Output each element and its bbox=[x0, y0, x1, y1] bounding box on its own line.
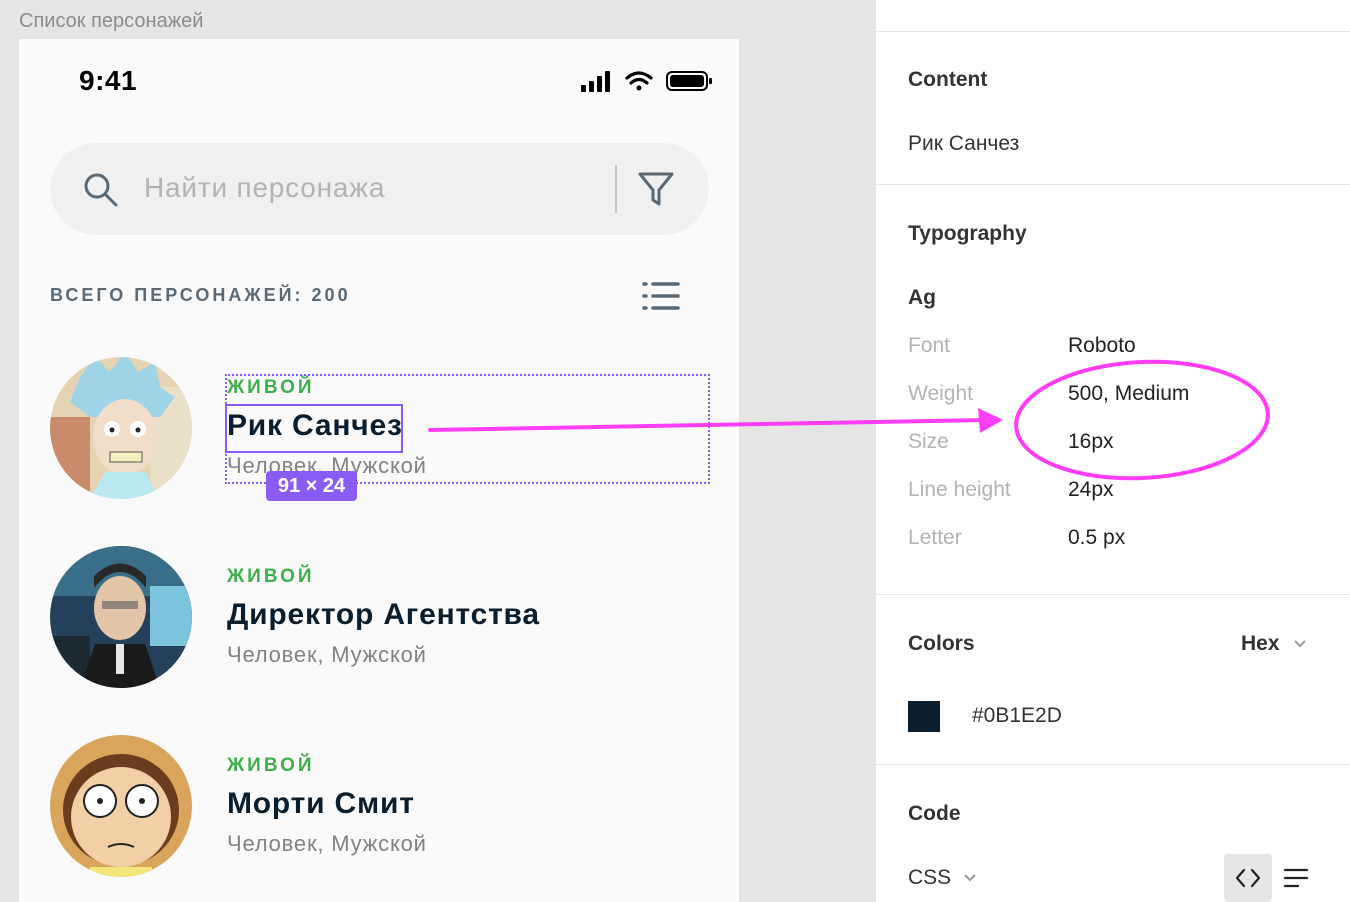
character-meta: Человек, Мужской bbox=[227, 642, 427, 667]
list-item[interactable]: ЖИВОЙ Морти Смит Человек, Мужской bbox=[50, 735, 710, 877]
font-label: Font bbox=[908, 334, 951, 357]
character-status: ЖИВОЙ bbox=[227, 566, 315, 587]
avatar bbox=[50, 546, 192, 688]
weight-label: Weight bbox=[908, 382, 973, 405]
code-language-dropdown[interactable]: CSS bbox=[908, 866, 951, 890]
search-icon bbox=[84, 173, 118, 207]
divider bbox=[876, 594, 1350, 595]
selected-layer-outline[interactable] bbox=[225, 404, 403, 453]
section-title-typography: Typography bbox=[908, 222, 1027, 245]
weight-value[interactable]: 500, Medium bbox=[1068, 382, 1189, 406]
text-align-icon[interactable] bbox=[1282, 866, 1310, 890]
character-name: Морти Смит bbox=[227, 787, 415, 820]
character-status: ЖИВОЙ bbox=[227, 755, 315, 776]
chevron-down-icon[interactable] bbox=[962, 872, 978, 884]
search-divider bbox=[615, 165, 617, 213]
total-count: ВСЕГО ПЕРСОНАЖЕЙ: 200 bbox=[50, 285, 351, 305]
color-format-dropdown[interactable]: Hex bbox=[1241, 632, 1280, 656]
character-name: Директор Агентства bbox=[227, 598, 540, 631]
chevron-down-icon[interactable] bbox=[1292, 638, 1308, 650]
signal-icon bbox=[581, 71, 610, 92]
divider bbox=[876, 764, 1350, 765]
list-item[interactable]: ЖИВОЙ Директор Агентства Человек, Мужско… bbox=[50, 546, 710, 688]
search-input[interactable]: Найти персонажа bbox=[144, 172, 385, 204]
line-height-value[interactable]: 24px bbox=[1068, 478, 1114, 502]
code-brackets-icon bbox=[1235, 868, 1261, 888]
frame-label[interactable]: Список персонажей bbox=[19, 10, 203, 33]
section-title-content: Content bbox=[908, 68, 988, 91]
filter-icon[interactable] bbox=[636, 169, 676, 209]
line-height-label: Line height bbox=[908, 478, 1011, 501]
inspector-panel: Content Рик Санчез Typography Ag Font Ro… bbox=[876, 0, 1350, 902]
divider bbox=[876, 31, 1350, 32]
size-value[interactable]: 16px bbox=[1068, 430, 1114, 454]
status-bar-icons bbox=[581, 71, 712, 92]
font-value[interactable]: Roboto bbox=[1068, 334, 1136, 358]
status-time: 9:41 bbox=[79, 65, 138, 96]
color-hex-value[interactable]: #0B1E2D bbox=[972, 704, 1062, 728]
battery-icon bbox=[666, 71, 712, 91]
letter-spacing-value[interactable]: 0.5 px bbox=[1068, 526, 1125, 550]
character-meta: Человек, Мужской bbox=[227, 831, 427, 856]
divider bbox=[876, 184, 1350, 185]
section-title-colors: Colors bbox=[908, 632, 975, 655]
list-view-icon[interactable] bbox=[641, 279, 681, 313]
content-value[interactable]: Рик Санчез bbox=[908, 132, 1019, 156]
avatar bbox=[50, 357, 192, 499]
color-swatch[interactable] bbox=[908, 701, 940, 732]
search-bar[interactable]: Найти персонажа bbox=[50, 143, 709, 235]
avatar bbox=[50, 735, 192, 877]
phone-frame: 9:41 Найти персонажа ВСЕГО ПЕРСОНАЖЕЙ: 2… bbox=[19, 39, 739, 902]
code-view-button[interactable] bbox=[1224, 854, 1272, 902]
size-label: Size bbox=[908, 430, 949, 453]
section-title-code: Code bbox=[908, 802, 961, 825]
letter-spacing-label: Letter bbox=[908, 526, 962, 549]
dimension-badge: 91 × 24 bbox=[266, 471, 357, 501]
wifi-icon bbox=[625, 71, 653, 91]
typography-sample: Ag bbox=[908, 286, 936, 309]
